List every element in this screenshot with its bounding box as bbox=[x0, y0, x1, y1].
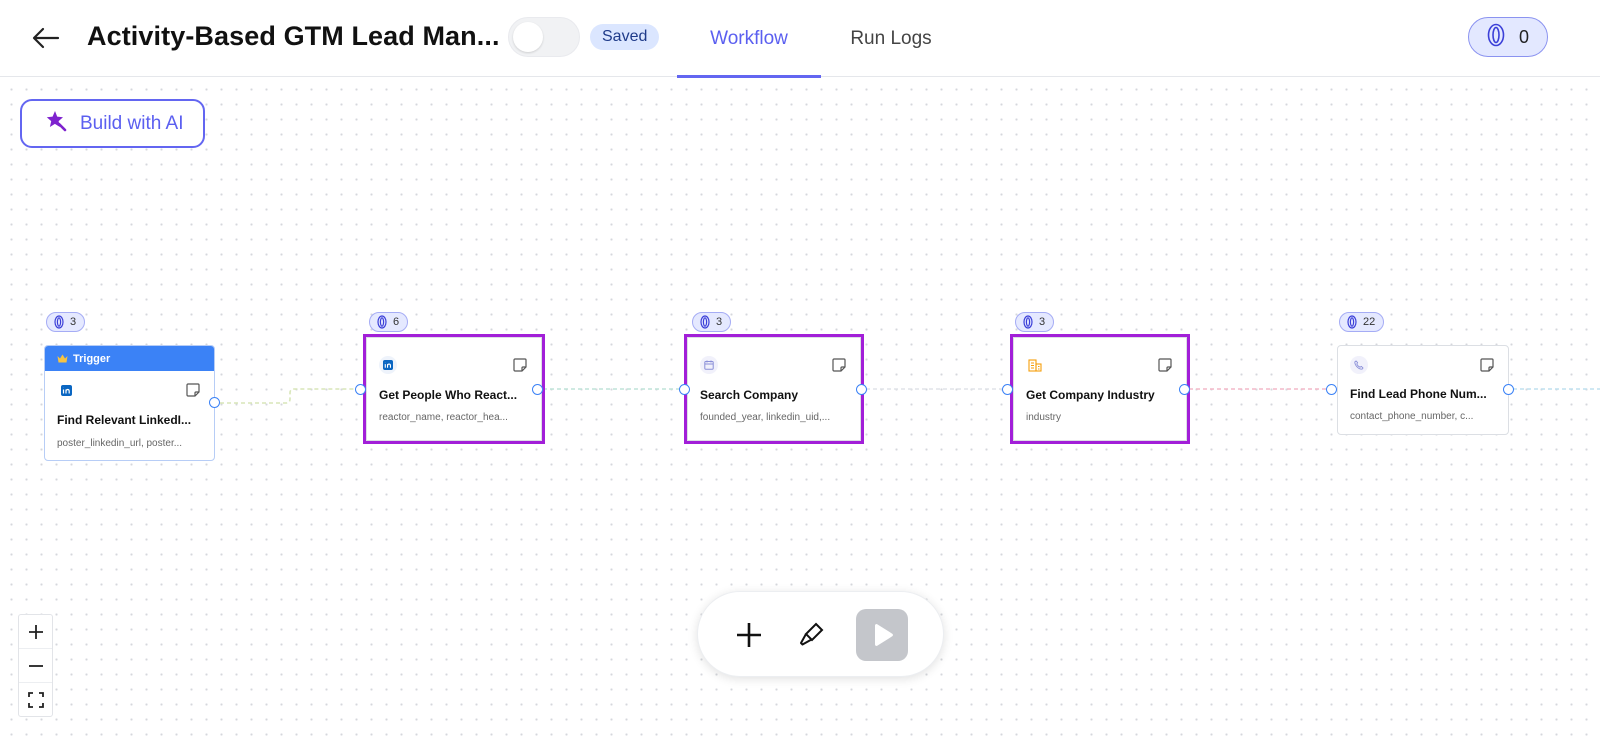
calendar-icon bbox=[700, 356, 718, 374]
credit-coin-icon bbox=[377, 315, 387, 329]
magic-wand-icon bbox=[44, 109, 68, 139]
node-output-fields: poster_linkedin_url, poster... bbox=[57, 438, 183, 449]
credits-count: 0 bbox=[1518, 26, 1529, 47]
output-handle[interactable] bbox=[1503, 384, 1514, 395]
active-toggle[interactable] bbox=[508, 17, 580, 57]
node-cost-badge: 3 bbox=[46, 312, 86, 332]
zoom-in-icon[interactable] bbox=[19, 615, 52, 649]
node-cost-value: 3 bbox=[1039, 316, 1046, 328]
credit-coin-icon bbox=[54, 315, 64, 329]
edit-note-icon[interactable] bbox=[830, 356, 848, 374]
node-output-fields: contact_phone_number, c... bbox=[1350, 411, 1474, 422]
top-bar: Activity-Based GTM Lead Man... Saved Wor… bbox=[0, 0, 1600, 78]
node-output-fields: reactor_name, reactor_hea... bbox=[379, 412, 508, 423]
toggle-knob bbox=[513, 22, 543, 52]
node-cost-value: 3 bbox=[716, 316, 723, 328]
fit-view-icon[interactable] bbox=[19, 683, 52, 717]
tab-run-logs[interactable]: Run Logs bbox=[834, 0, 948, 77]
building-icon bbox=[1026, 356, 1044, 374]
credit-coin-icon bbox=[1347, 315, 1357, 329]
workflow-node[interactable]: Find Lead Phone Num... contact_phone_num… bbox=[1337, 345, 1509, 435]
node-cost-badge: 6 bbox=[369, 312, 409, 332]
credit-coin-icon bbox=[1023, 315, 1033, 329]
workflow-title[interactable]: Activity-Based GTM Lead Man... bbox=[87, 21, 500, 52]
credit-coin-icon bbox=[700, 315, 710, 329]
output-handle[interactable] bbox=[532, 384, 543, 395]
workflow-node[interactable]: Search Company founded_year, linkedin_ui… bbox=[684, 334, 864, 444]
node-title: Get Company Industry bbox=[1026, 388, 1155, 402]
node-cost-value: 3 bbox=[70, 316, 77, 328]
run-workflow-play-icon[interactable] bbox=[856, 609, 908, 661]
input-handle[interactable] bbox=[1326, 384, 1337, 395]
node-cost-badge: 22 bbox=[1339, 312, 1385, 332]
zoom-out-icon[interactable] bbox=[19, 649, 52, 683]
edit-note-icon[interactable] bbox=[184, 381, 202, 399]
node-cost-value: 6 bbox=[393, 316, 400, 328]
edit-note-icon[interactable] bbox=[511, 356, 529, 374]
trigger-header: Trigger bbox=[45, 346, 214, 371]
node-cost-badge: 3 bbox=[692, 312, 732, 332]
node-cost-value: 22 bbox=[1363, 316, 1376, 328]
output-handle[interactable] bbox=[856, 384, 867, 395]
workflow-node[interactable]: Get Company Industry industry bbox=[1010, 334, 1190, 444]
edit-note-icon[interactable] bbox=[1478, 356, 1496, 374]
input-handle[interactable] bbox=[1002, 384, 1013, 395]
tab-workflow[interactable]: Workflow bbox=[677, 0, 821, 78]
linkedin-icon bbox=[57, 381, 75, 399]
input-handle[interactable] bbox=[679, 384, 690, 395]
trigger-label: Trigger bbox=[73, 352, 111, 365]
trigger-node[interactable]: Trigger Find Relevant LinkedI... poster_… bbox=[44, 345, 215, 461]
edit-note-icon[interactable] bbox=[1156, 356, 1174, 374]
zoom-controls bbox=[18, 614, 53, 717]
node-output-fields: industry bbox=[1026, 412, 1062, 423]
credits-button[interactable]: 0 bbox=[1468, 17, 1548, 57]
workflow-node[interactable]: Get People Who React... reactor_name, re… bbox=[363, 334, 545, 444]
phone-icon bbox=[1350, 356, 1368, 374]
saved-status-badge: Saved bbox=[590, 24, 660, 50]
back-arrow-icon[interactable] bbox=[30, 22, 62, 54]
add-node-icon[interactable] bbox=[723, 609, 775, 661]
linkedin-icon bbox=[379, 356, 397, 374]
node-cost-badge: 3 bbox=[1015, 312, 1055, 332]
brush-icon[interactable] bbox=[785, 609, 837, 661]
node-title: Find Lead Phone Num... bbox=[1350, 387, 1487, 401]
build-with-ai-button[interactable]: Build with AI bbox=[20, 99, 205, 148]
output-handle[interactable] bbox=[1179, 384, 1190, 395]
output-handle[interactable] bbox=[209, 397, 220, 408]
node-output-fields: founded_year, linkedin_uid,... bbox=[700, 412, 831, 423]
credit-coin-icon bbox=[1487, 23, 1505, 52]
node-title: Find Relevant LinkedI... bbox=[57, 413, 192, 427]
build-with-ai-label: Build with AI bbox=[80, 112, 184, 134]
node-title: Search Company bbox=[700, 388, 799, 402]
node-title: Get People Who React... bbox=[379, 388, 518, 402]
input-handle[interactable] bbox=[355, 384, 366, 395]
crown-icon bbox=[57, 354, 68, 363]
canvas-toolbar bbox=[697, 591, 944, 677]
